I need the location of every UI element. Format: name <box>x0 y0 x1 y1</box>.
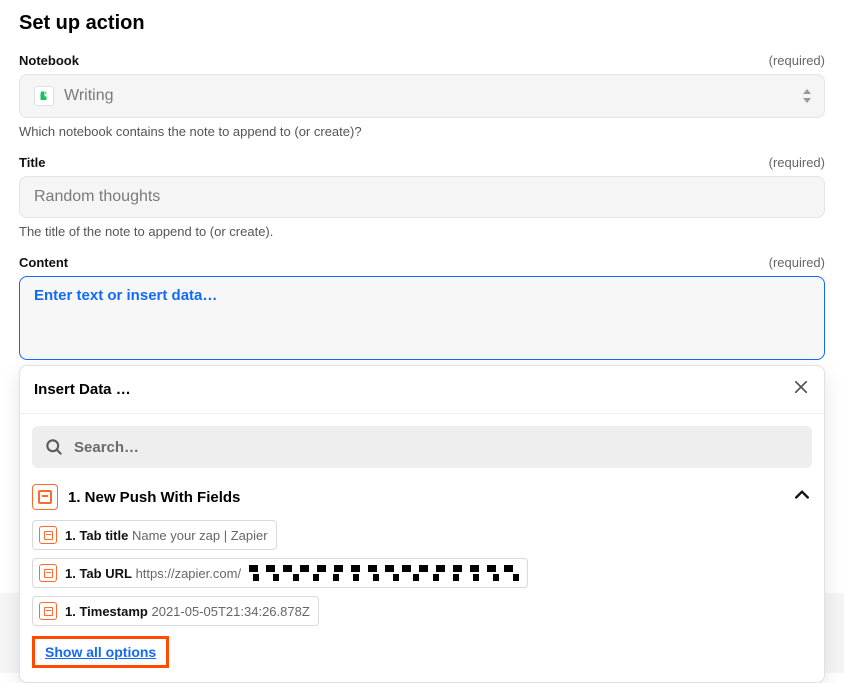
zapier-extension-icon <box>32 484 58 510</box>
notebook-label: Notebook <box>19 53 79 68</box>
title-input[interactable]: Random thoughts <box>19 176 825 218</box>
page-title: Set up action <box>19 12 825 35</box>
field-notebook: Notebook (required) Writing Which notebo… <box>19 53 825 139</box>
notebook-select[interactable]: Writing <box>19 74 825 118</box>
select-handle-icon <box>802 89 812 103</box>
content-required: (required) <box>769 255 825 270</box>
notebook-help: Which notebook contains the note to appe… <box>19 124 825 139</box>
content-input[interactable]: Enter text or insert data… <box>19 276 825 360</box>
zapier-extension-icon <box>39 526 57 544</box>
chevron-up-icon <box>792 485 812 510</box>
title-required: (required) <box>769 155 825 170</box>
content-label: Content <box>19 255 68 270</box>
notebook-value: Writing <box>64 87 114 105</box>
content-placeholder: Enter text or insert data… <box>34 287 217 304</box>
notebook-required: (required) <box>769 53 825 68</box>
zapier-extension-icon <box>39 564 57 582</box>
search-input-wrap[interactable] <box>32 426 812 468</box>
data-chip-list: 1. Tab title Name your zap | Zapier 1. T… <box>32 520 812 626</box>
field-content: Content (required) Enter text or insert … <box>19 255 825 360</box>
chip-timestamp[interactable]: 1. Timestamp 2021-05-05T21:34:26.878Z <box>32 596 319 626</box>
data-source-row[interactable]: 1. New Push With Fields <box>32 482 812 520</box>
popover-title: Insert Data … <box>34 381 131 398</box>
evernote-icon <box>34 86 54 106</box>
data-source-title: 1. New Push With Fields <box>68 489 240 506</box>
title-value: Random thoughts <box>34 188 160 206</box>
close-icon[interactable] <box>792 378 810 401</box>
title-label: Title <box>19 155 46 170</box>
title-help: The title of the note to append to (or c… <box>19 224 825 239</box>
show-all-options-link[interactable]: Show all options <box>32 636 169 668</box>
search-input[interactable] <box>74 439 800 456</box>
chip-tab-url[interactable]: 1. Tab URL https://zapier.com/ <box>32 558 528 588</box>
zapier-extension-icon <box>39 602 57 620</box>
chip-tab-title[interactable]: 1. Tab title Name your zap | Zapier <box>32 520 277 550</box>
redacted-text <box>249 565 519 581</box>
insert-data-popover: Insert Data … 1. New Push With Fields 1.… <box>19 365 825 683</box>
field-title: Title (required) Random thoughts The tit… <box>19 155 825 239</box>
search-icon <box>44 437 64 457</box>
